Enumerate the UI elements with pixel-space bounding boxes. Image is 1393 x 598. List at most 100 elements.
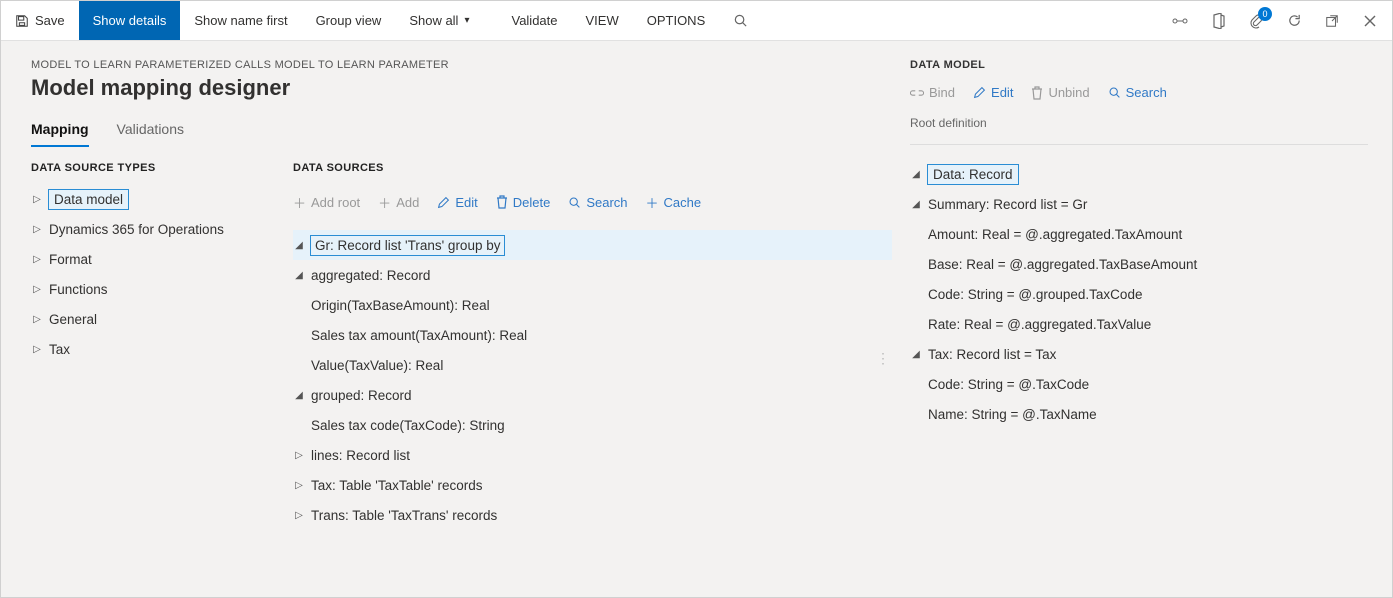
show-all-button[interactable]: Show all ▾ (395, 1, 483, 40)
group-view-label: Group view (316, 13, 382, 28)
tab-mapping[interactable]: Mapping (31, 117, 89, 147)
chevron-right-icon: ▷ (31, 194, 43, 205)
chevron-down-icon: ◢ (910, 169, 922, 180)
type-general[interactable]: ▷General (31, 304, 271, 334)
tabs: Mapping Validations (31, 117, 892, 148)
data-sources-header: DATA SOURCES (293, 162, 892, 174)
dm-name[interactable]: Name: String = @.TaxName (910, 399, 1368, 429)
type-data-model[interactable]: ▷Data model (31, 184, 271, 214)
plus-icon: ＋ (646, 193, 659, 212)
options-label: OPTIONS (647, 13, 706, 28)
drag-handle[interactable]: ⋮ (870, 350, 892, 367)
view-label: VIEW (586, 13, 619, 28)
chevron-down-icon: ◢ (293, 240, 305, 251)
chevron-down-icon: ◢ (910, 199, 922, 210)
dm-data[interactable]: ◢Data: Record (910, 159, 1368, 189)
data-source-types-header: DATA SOURCE TYPES (31, 162, 271, 174)
search-icon (1108, 86, 1121, 99)
unbind-button[interactable]: Unbind (1031, 85, 1089, 100)
delete-button[interactable]: Delete (496, 195, 551, 210)
type-functions[interactable]: ▷Functions (31, 274, 271, 304)
connector-icon[interactable] (1170, 11, 1190, 31)
validate-label: Validate (511, 13, 557, 28)
show-name-first-label: Show name first (194, 13, 287, 28)
data-sources-toolbar: ＋ Add root ＋ Add Edit Delete (293, 184, 892, 220)
search-button-dm[interactable]: Search (1108, 85, 1167, 100)
view-button[interactable]: VIEW (572, 1, 633, 40)
tab-validations[interactable]: Validations (117, 117, 184, 147)
chevron-right-icon: ▷ (31, 344, 43, 355)
divider (910, 144, 1368, 145)
attachments-icon[interactable]: 0 (1246, 11, 1266, 31)
chevron-down-icon: ◢ (910, 349, 922, 360)
bind-button[interactable]: Bind (910, 85, 955, 100)
add-button[interactable]: ＋ Add (378, 193, 419, 212)
validate-button[interactable]: Validate (497, 1, 571, 40)
dm-rate[interactable]: Rate: Real = @.aggregated.TaxValue (910, 309, 1368, 339)
dm-tax[interactable]: ◢Tax: Record list = Tax (910, 339, 1368, 369)
chevron-right-icon: ▷ (31, 254, 43, 265)
pencil-icon (437, 196, 450, 209)
dm-amount[interactable]: Amount: Real = @.aggregated.TaxAmount (910, 219, 1368, 249)
breadcrumb: MODEL TO LEARN PARAMETERIZED CALLS MODEL… (31, 59, 892, 71)
ds-lines[interactable]: ▷lines: Record list (293, 440, 892, 470)
data-model-tree: ◢Data: Record ◢Summary: Record list = Gr… (910, 159, 1368, 429)
group-view-button[interactable]: Group view (302, 1, 396, 40)
page-title: Model mapping designer (31, 75, 892, 101)
save-label: Save (35, 13, 65, 28)
ds-grouped[interactable]: ◢grouped: Record (293, 380, 892, 410)
search-icon (568, 196, 581, 209)
dm-code-2[interactable]: Code: String = @.TaxCode (910, 369, 1368, 399)
pencil-icon (973, 86, 986, 99)
office-icon[interactable] (1208, 11, 1228, 31)
edit-button-dm[interactable]: Edit (973, 85, 1013, 100)
type-d365fo[interactable]: ▷Dynamics 365 for Operations (31, 214, 271, 244)
search-button[interactable]: Search (568, 195, 627, 210)
data-model-toolbar: Bind Edit Unbind Search (910, 85, 1368, 100)
options-button[interactable]: OPTIONS (633, 1, 720, 40)
edit-button[interactable]: Edit (437, 195, 477, 210)
chevron-right-icon: ▷ (293, 510, 305, 521)
ds-aggregated[interactable]: ◢aggregated: Record (293, 260, 892, 290)
data-sources-tree: ◢Gr: Record list 'Trans' group by ◢aggre… (293, 230, 892, 530)
chevron-right-icon: ▷ (31, 284, 43, 295)
type-tax[interactable]: ▷Tax (31, 334, 271, 364)
popout-icon[interactable] (1322, 11, 1342, 31)
attachments-badge: 0 (1258, 7, 1272, 21)
command-bar: Save Show details Show name first Group … (1, 1, 1392, 41)
ds-value-taxvalue[interactable]: Value(TaxValue): Real (293, 350, 892, 380)
data-source-types-tree: ▷Data model ▷Dynamics 365 for Operations… (31, 184, 271, 364)
ds-salestax-code[interactable]: Sales tax code(TaxCode): String (293, 410, 892, 440)
chevron-down-icon: ◢ (293, 270, 305, 281)
show-details-label: Show details (93, 13, 167, 28)
dm-code-1[interactable]: Code: String = @.grouped.TaxCode (910, 279, 1368, 309)
cache-button[interactable]: ＋ Cache (646, 193, 702, 212)
ds-gr[interactable]: ◢Gr: Record list 'Trans' group by (293, 230, 892, 260)
search-icon (733, 13, 748, 28)
ds-trans-table[interactable]: ▷Trans: Table 'TaxTrans' records (293, 500, 892, 530)
trash-icon (496, 195, 508, 209)
dm-base[interactable]: Base: Real = @.aggregated.TaxBaseAmount (910, 249, 1368, 279)
plus-icon: ＋ (293, 193, 306, 212)
refresh-icon[interactable] (1284, 11, 1304, 31)
type-format[interactable]: ▷Format (31, 244, 271, 274)
search-command[interactable] (719, 1, 762, 40)
chevron-right-icon: ▷ (293, 480, 305, 491)
chevron-right-icon: ▷ (31, 314, 43, 325)
ds-salestax-amount[interactable]: Sales tax amount(TaxAmount): Real (293, 320, 892, 350)
ds-origin-taxbase[interactable]: Origin(TaxBaseAmount): Real (293, 290, 892, 320)
show-all-label: Show all (409, 13, 458, 28)
ds-tax-table[interactable]: ▷Tax: Table 'TaxTable' records (293, 470, 892, 500)
plus-icon: ＋ (378, 193, 391, 212)
add-root-button[interactable]: ＋ Add root (293, 193, 360, 212)
chevron-down-icon: ◢ (293, 390, 305, 401)
save-button[interactable]: Save (1, 1, 79, 40)
show-name-first-button[interactable]: Show name first (180, 1, 301, 40)
save-icon (15, 14, 29, 28)
dm-summary[interactable]: ◢Summary: Record list = Gr (910, 189, 1368, 219)
root-definition-label: Root definition (910, 116, 1368, 130)
chevron-right-icon: ▷ (293, 450, 305, 461)
close-icon[interactable] (1360, 11, 1380, 31)
show-details-button[interactable]: Show details (79, 1, 181, 40)
data-model-header: DATA MODEL (910, 59, 1368, 71)
